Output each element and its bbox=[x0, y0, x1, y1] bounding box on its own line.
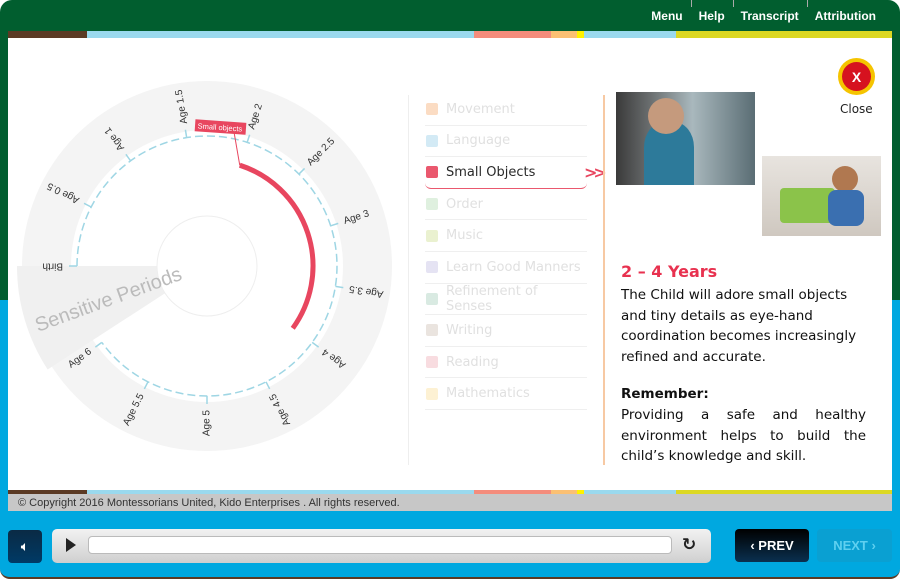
remember-heading: Remember: bbox=[621, 386, 709, 402]
color-swatch-icon bbox=[426, 387, 438, 400]
menu-item-label: Small Objects bbox=[446, 164, 536, 180]
attribution-link[interactable]: Attribution bbox=[806, 0, 884, 23]
menu-item-label: Reading bbox=[446, 354, 499, 370]
menu-item-label: Movement bbox=[446, 101, 515, 117]
menu-item[interactable]: Writing bbox=[425, 315, 587, 347]
menu-item-label: Music bbox=[446, 228, 483, 244]
menu-item[interactable]: Order bbox=[425, 189, 587, 221]
stripe-segment bbox=[676, 31, 892, 38]
help-link[interactable]: Help bbox=[690, 0, 733, 23]
replay-icon[interactable]: ↻ bbox=[682, 535, 696, 555]
menu-item[interactable]: Learn Good Manners bbox=[425, 252, 587, 284]
progress-track[interactable] bbox=[88, 536, 672, 554]
age-range-title: 2 – 4 Years bbox=[621, 262, 718, 281]
age-label: Age 5 bbox=[202, 410, 213, 437]
next-button[interactable]: NEXT › bbox=[817, 529, 892, 562]
play-icon[interactable] bbox=[66, 538, 76, 552]
color-swatch-icon bbox=[426, 134, 438, 147]
age-label: Birth bbox=[42, 260, 63, 271]
color-swatch-icon bbox=[426, 324, 438, 337]
remember-text: Providing a safe and healthy environment… bbox=[621, 407, 866, 464]
stripe-segment bbox=[577, 31, 584, 38]
color-swatch-icon bbox=[426, 166, 438, 179]
divider bbox=[603, 95, 605, 465]
child-photo-toy bbox=[762, 156, 881, 236]
close-label: Close bbox=[840, 102, 873, 116]
stripe-segment bbox=[474, 31, 551, 38]
media-player: ↻ bbox=[52, 529, 711, 563]
stripe-segment bbox=[551, 31, 577, 38]
menu-item-label: Order bbox=[446, 196, 483, 212]
color-swatch-icon bbox=[426, 261, 438, 274]
volume-button[interactable]: 🔈︎ bbox=[8, 530, 42, 563]
child-photo-window bbox=[616, 92, 755, 185]
menu-item[interactable]: Movement bbox=[425, 94, 587, 126]
menu-item[interactable]: Small Objects bbox=[425, 157, 587, 189]
transcript-link[interactable]: Transcript bbox=[732, 0, 807, 23]
description-text: The Child will adore small objects and t… bbox=[621, 287, 857, 365]
sensitive-periods-wheel: Sensitive PeriodsBirthAge 0.5Age 1Age 1.… bbox=[17, 81, 392, 451]
double-chevron-right-icon: >> bbox=[584, 163, 607, 182]
period-menu: Movement Language Small Objects Order Music L… bbox=[425, 94, 587, 410]
menu-item-label: Learn Good Manners bbox=[446, 259, 581, 275]
menu-item-label: Language bbox=[446, 133, 511, 149]
speaker-icon: 🔈︎ bbox=[20, 538, 30, 555]
copyright: © Copyright 2016 Montessorians United, K… bbox=[8, 494, 892, 511]
menu-link[interactable]: Menu bbox=[643, 9, 690, 23]
menu-item-label: Mathematics bbox=[446, 386, 530, 402]
color-swatch-icon bbox=[426, 229, 438, 242]
top-nav: Menu Help Transcript Attribution bbox=[643, 0, 884, 23]
menu-item[interactable]: Music bbox=[425, 220, 587, 252]
color-swatch-icon bbox=[426, 292, 438, 305]
color-swatch-icon bbox=[426, 198, 438, 211]
close-icon: X bbox=[842, 62, 871, 91]
prev-button[interactable]: ‹ PREV bbox=[735, 529, 809, 562]
stripe-segment bbox=[584, 31, 676, 38]
menu-item[interactable]: Refinement of Senses bbox=[425, 284, 587, 316]
color-swatch-icon bbox=[426, 356, 438, 369]
color-swatch-icon bbox=[426, 103, 438, 116]
menu-item[interactable]: Language bbox=[425, 126, 587, 158]
menu-item-label: Writing bbox=[446, 322, 493, 338]
menu-item[interactable]: Mathematics bbox=[425, 378, 587, 410]
divider bbox=[408, 95, 409, 465]
menu-item[interactable]: Reading bbox=[425, 347, 587, 379]
menu-item-label: Refinement of Senses bbox=[445, 283, 538, 314]
close-button[interactable]: X bbox=[838, 58, 875, 95]
